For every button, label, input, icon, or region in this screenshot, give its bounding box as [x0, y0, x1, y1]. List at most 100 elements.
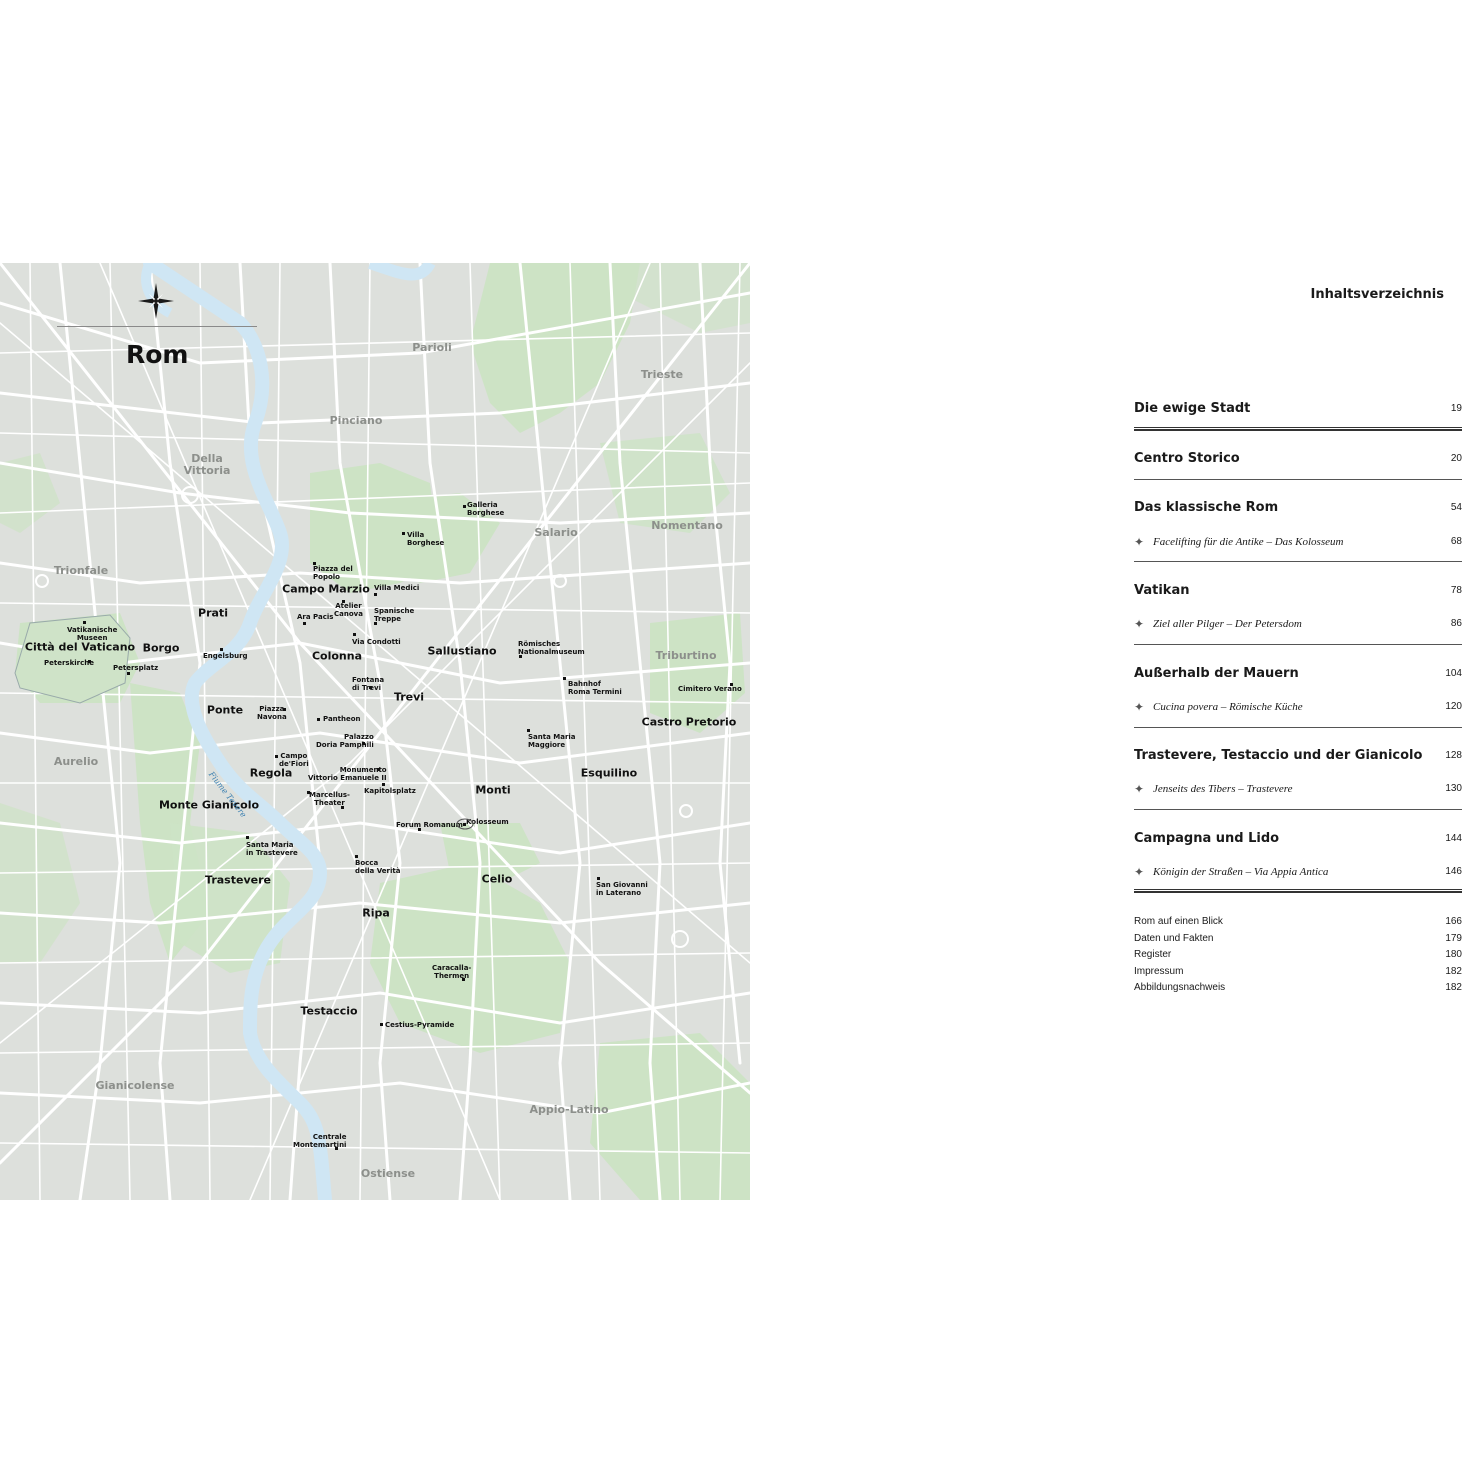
subchapter-page: 68: [1450, 536, 1462, 547]
star-bullet-icon: ✦: [1134, 700, 1145, 714]
poi-label: San Giovanni in Laterano: [596, 881, 648, 897]
chapter-title: Campagna und Lido: [1134, 831, 1280, 846]
toc-appendix-row[interactable]: Abbildungsnachweis 182: [1134, 982, 1462, 996]
poi-label: Forum Romanum: [396, 821, 463, 829]
map-title: Rom: [126, 340, 189, 369]
chapter-title: Außerhalb der Mauern: [1134, 666, 1299, 681]
district-label: Nomentano: [651, 519, 723, 532]
district-label: Gianicolense: [95, 1079, 175, 1092]
poi-label: Villa Medici: [374, 584, 420, 592]
district-label: Trionfale: [53, 564, 109, 577]
poi-label: Engelsburg: [203, 652, 248, 660]
appendix-title: Register: [1134, 949, 1172, 960]
quarter-label: Esquilino: [580, 766, 638, 780]
appendix-page: 180: [1445, 949, 1462, 960]
district-label: Appio-Latino: [529, 1103, 609, 1116]
chapter-page: 20: [1450, 453, 1462, 464]
poi-label: Campo de'Fiori: [279, 752, 309, 768]
subchapter-page: 146: [1445, 866, 1462, 877]
star-bullet-icon: ✦: [1134, 865, 1145, 879]
table-of-contents: Inhaltsverzeichnis Die ewige Stadt 19 Ce…: [1134, 0, 1462, 1464]
district-label: Salario: [534, 526, 578, 539]
compass-rose-icon: [138, 283, 174, 319]
toc-heading: Inhaltsverzeichnis: [1310, 287, 1444, 302]
quarter-label: Castro Pretorio: [641, 715, 737, 729]
toc-rule: [1134, 561, 1462, 562]
map-graphic: [0, 263, 750, 1200]
rome-map: [0, 263, 750, 1200]
chapter-title: Die ewige Stadt: [1134, 401, 1251, 416]
toc-subchapter-row[interactable]: ✦ Jenseits des Tibers – Trastevere 130: [1134, 782, 1462, 799]
toc-chapter-row[interactable]: Campagna und Lido 144: [1134, 831, 1462, 851]
poi-label: Kapitolsplatz: [364, 787, 416, 795]
poi-label: Peterskirche: [44, 659, 94, 667]
poi-label: Cimitero Verano: [678, 685, 742, 693]
subchapter-title: Königin der Straßen – Via Appia Antica: [1153, 866, 1329, 878]
quarter-label: Colonna: [311, 649, 363, 663]
quarter-label: Campo Marzio: [282, 582, 370, 596]
poi-label: Cestius-Pyramide: [385, 1021, 455, 1029]
poi-label: Monumento Vittorio Emanuele II: [308, 766, 387, 782]
toc-chapter-row[interactable]: Das klassische Rom 54: [1134, 500, 1462, 520]
quarter-label: Sallustiano: [427, 644, 497, 658]
subchapter-page: 130: [1445, 783, 1462, 794]
subchapter-title: Ziel aller Pilger – Der Petersdom: [1153, 618, 1302, 630]
colosseum-marker-icon: [456, 818, 474, 830]
poi-label: Santa Maria Maggiore: [528, 733, 576, 749]
star-bullet-icon: ✦: [1134, 782, 1145, 796]
district-label: Parioli: [412, 341, 452, 354]
toc-chapter-row[interactable]: Außerhalb der Mauern 104: [1134, 666, 1462, 686]
appendix-title: Daten und Fakten: [1134, 933, 1214, 944]
poi-label: Piazza del Popolo: [313, 565, 353, 581]
district-label: Triburtino: [655, 649, 717, 662]
appendix-title: Rom auf einen Blick: [1134, 916, 1223, 927]
quarter-label: Trastevere: [205, 873, 271, 887]
poi-label: Centrale Montemartini: [293, 1133, 347, 1149]
toc-rule: [1134, 727, 1462, 728]
quarter-label: Monti: [475, 783, 511, 797]
quarter-label: Prati: [198, 606, 228, 620]
subchapter-title: Cucina povera – Römische Küche: [1153, 701, 1303, 713]
quarter-label: Città del Vaticano: [24, 640, 136, 654]
appendix-page: 179: [1445, 933, 1462, 944]
quarter-label: Regola: [249, 766, 293, 780]
district-label: Pinciano: [329, 414, 383, 427]
toc-subchapter-row[interactable]: ✦ Cucina povera – Römische Küche 120: [1134, 700, 1462, 717]
toc-chapter-row[interactable]: Die ewige Stadt 19: [1134, 401, 1462, 421]
quarter-label: Celio: [481, 872, 513, 886]
poi-label: Marcellus- Theater: [309, 791, 350, 807]
chapter-title: Trastevere, Testaccio und der Gianicolo: [1134, 748, 1423, 763]
chapter-page: 144: [1445, 833, 1462, 844]
subchapter-title: Jenseits des Tibers – Trastevere: [1153, 783, 1293, 795]
poi-label: Villa Borghese: [407, 531, 445, 547]
poi-label: Spanische Treppe: [374, 607, 415, 623]
toc-subchapter-row[interactable]: ✦ Ziel aller Pilger – Der Petersdom 86: [1134, 617, 1462, 634]
appendix-page: 182: [1445, 982, 1462, 993]
toc-appendix-row[interactable]: Register 180: [1134, 949, 1462, 963]
subchapter-title: Facelifting für die Antike – Das Kolosse…: [1153, 536, 1344, 548]
chapter-page: 78: [1450, 585, 1462, 596]
quarter-label: Borgo: [142, 641, 180, 655]
quarter-label: Ripa: [362, 906, 390, 920]
toc-rule: [1134, 644, 1462, 645]
toc-double-rule: [1134, 889, 1462, 893]
poi-label: Römisches Nationalmuseum: [518, 640, 585, 656]
toc-chapter-row[interactable]: Centro Storico 20: [1134, 451, 1462, 471]
toc-subchapter-row[interactable]: ✦ Königin der Straßen – Via Appia Antica…: [1134, 865, 1462, 882]
star-bullet-icon: ✦: [1134, 617, 1145, 631]
poi-label: Bahnhof Roma Termini: [568, 680, 622, 696]
quarter-label: Ponte: [206, 703, 244, 717]
poi-label: Ara Pacis: [297, 613, 334, 621]
toc-appendix-row[interactable]: Daten und Fakten 179: [1134, 933, 1462, 947]
district-label: Trieste: [640, 368, 684, 381]
toc-chapter-row[interactable]: Trastevere, Testaccio und der Gianicolo …: [1134, 748, 1462, 768]
subchapter-page: 86: [1450, 618, 1462, 629]
toc-appendix-row[interactable]: Rom auf einen Blick 166: [1134, 916, 1462, 930]
poi-label: Palazzo Doria Pamphili: [316, 733, 374, 749]
toc-chapter-row[interactable]: Vatikan 78: [1134, 583, 1462, 603]
toc-subchapter-row[interactable]: ✦ Facelifting für die Antike – Das Kolos…: [1134, 535, 1462, 552]
appendix-title: Impressum: [1134, 966, 1184, 977]
quarter-label: Trevi: [393, 690, 425, 704]
map-title-rule: [57, 326, 257, 327]
toc-appendix-row[interactable]: Impressum 182: [1134, 966, 1462, 980]
